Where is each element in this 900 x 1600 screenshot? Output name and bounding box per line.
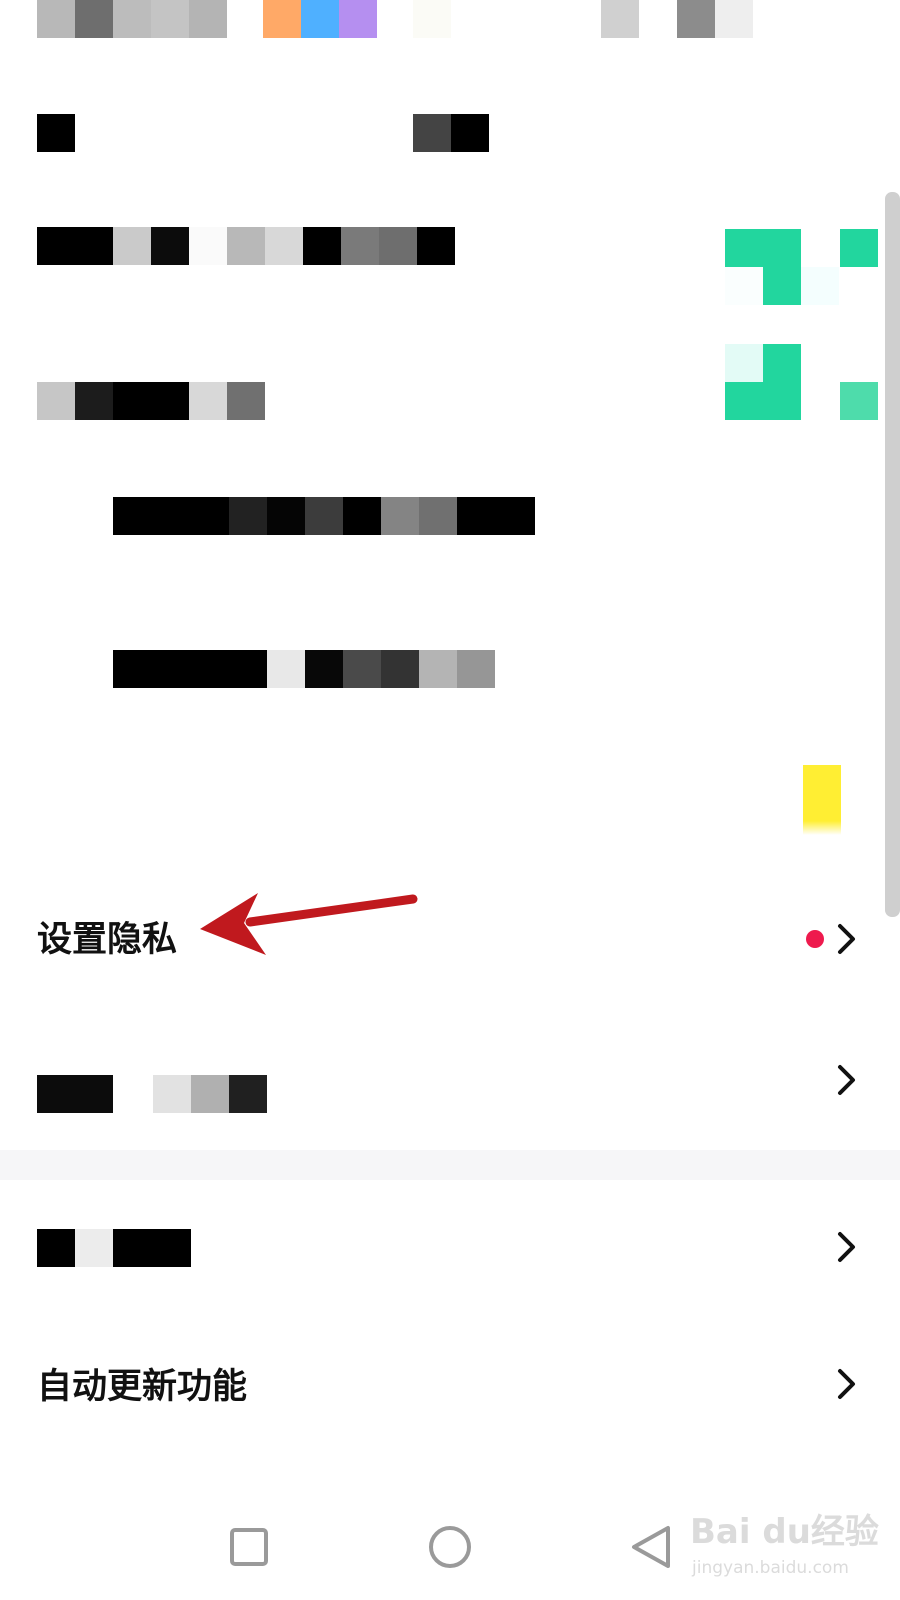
chevron-right-icon [838,1369,855,1399]
baidu-jingyan-watermark: Bai du经验 jingyan.baidu.com [690,1500,880,1590]
watermark-url: jingyan.baidu.com [692,1558,849,1578]
yellow-highlight-block [803,765,841,835]
watermark-brand: Bai du经验 [690,1512,879,1552]
annotation-arrow [200,893,418,955]
chevron-right-icon [838,1065,855,1095]
triangle-back-icon[interactable] [630,1525,672,1569]
privacy-settings-label: 设置隐私 [37,920,178,960]
square-icon[interactable] [229,1527,269,1567]
auto-update-label: 自动更新功能 [37,1367,248,1407]
circle-icon[interactable] [428,1525,472,1569]
notification-dot [806,930,824,948]
settings-screen: 设置隐私 自动更新功能 Bai du经验 jingyan.baidu.com [0,0,900,1600]
chevron-right-icon [838,924,855,954]
section-divider [0,1150,900,1180]
chevron-right-icon [838,1232,855,1262]
scrollbar[interactable] [885,192,900,917]
